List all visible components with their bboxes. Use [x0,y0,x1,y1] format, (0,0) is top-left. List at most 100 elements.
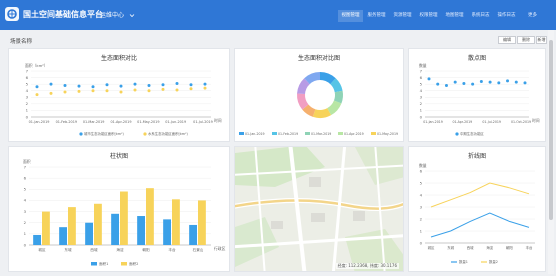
x-tick-label: 海淀 [116,247,124,252]
bar [120,191,128,245]
edit-button[interactable]: 编辑 [498,36,516,44]
y-tick-label: 1 [420,108,423,113]
chevron-down-icon [129,14,135,18]
x-tick-label: 东城 [447,245,454,250]
scatter-chart: 01 23 4 56 7数量时间 01-Jan-2019 01-Apr-2019 01-Jul… [419,63,540,136]
y-tick-label: 5 [24,187,27,192]
y-tick-label: 7 [26,68,29,73]
data-point [133,88,137,92]
bar [189,224,197,245]
legend-marker [305,132,310,135]
legend-label: 数量2 [489,259,498,264]
data-point [189,87,193,91]
y-tick-label: 4 [420,88,423,93]
nav-tab[interactable]: 操作日志 [494,10,519,22]
y-tick-label: 4 [420,192,423,197]
bar [137,216,145,245]
map-building [309,177,321,187]
legend-marker [455,132,459,136]
y-tick-label: 2 [26,101,29,106]
y-tick-label: 0 [420,240,423,245]
data-point [514,80,518,84]
x-tick-label: 01-Jul-2019 [193,120,213,124]
legend-label: 面积2 [129,261,138,266]
scene-toolbar: 场景名称 编辑 删除 新增 [0,30,556,48]
y-tick-label: 7 [420,68,423,73]
bar [163,219,171,245]
legend-marker [239,132,244,135]
y-tick-label: 6 [420,75,423,80]
nav-tab[interactable]: 视图管理 [338,10,363,22]
legend-marker [338,132,343,135]
legend-marker [272,132,277,135]
y-axis-label: 面积（km²） [25,63,48,68]
scrollbar-thumb[interactable] [549,40,553,220]
x-tick-label: 西城 [467,245,474,250]
legend-label: 01-Feb-2019 [278,132,298,136]
map-canvas[interactable] [235,147,404,272]
map-panel[interactable]: 经度: 112.2368, 纬度: 30.1176 [234,146,404,272]
area-donut-chart: 01-Jan-2019 01-Feb-2019 01-Mar-2019 01-Apr-… [239,72,398,136]
mode-label: 运维中心 [100,12,125,19]
map-building [311,213,325,222]
y-tick-label: 6 [24,175,27,180]
bar [94,203,102,245]
nav-tab[interactable]: 系统日志 [468,10,493,22]
x-tick-label: 01-Jan-2019 [423,120,443,124]
top-navbar: 国土空间基础信息平台 运维中心 视图管理 服务管理 资源管理 权限管理 地图管理 系统日志… [0,0,556,30]
donut-slice [330,78,343,93]
legend-label: 01-May-2019 [377,132,398,136]
bar-chart: 01234567面积行政区城区 东城 西城 海淀 朝阳 丰台 石景山面积1 面积2 [23,159,226,266]
data-point [471,82,475,86]
series-line [430,212,530,238]
map-building [353,211,365,221]
nav-tab[interactable]: 权限管理 [416,10,441,22]
legend-marker [121,262,127,266]
donut-slice [297,93,309,110]
data-point [91,89,95,93]
data-point [203,86,207,90]
nav-tab[interactable]: 更多 [520,10,545,22]
x-tick-label: 丰台 [526,245,533,250]
line-chart: 0 1 2 3 4 5 6数量城区 东城 西城 海淀 朝阳 丰台数量1 数量2 [419,163,535,264]
data-point [77,84,81,88]
x-tick-label: 海淀 [486,245,493,250]
legend-label: 水系生态功能区面积(km²) [148,131,188,136]
data-point [523,81,527,85]
legend-label: 01-Mar-2019 [311,132,331,136]
area-comparison-title: 生态面积对比 [100,55,137,62]
bar-title: 柱状图 [109,153,128,160]
data-point [105,89,109,93]
data-point [49,91,53,95]
y-tick-label: 0 [26,114,29,119]
bar [172,199,180,245]
y-tick-label: 4 [26,88,29,93]
data-point [147,83,151,87]
nav-tab[interactable]: 服务管理 [364,10,389,22]
data-point [175,88,179,92]
nav-tab[interactable]: 资源管理 [390,10,415,22]
y-tick-label: 4 [24,198,27,203]
delete-button[interactable]: 删除 [517,36,535,44]
x-tick-label: 01-Jan-2019 [29,120,50,124]
data-point [479,80,483,84]
y-tick-label: 3 [24,209,27,214]
nav-tab[interactable]: 地图管理 [442,10,467,22]
y-tick-label: 1 [24,231,27,236]
bar [146,188,154,245]
map-coordinates: 经度: 112.2368, 纬度: 30.1176 [335,263,399,269]
x-tick-label: 石景山 [193,247,204,252]
data-point [91,85,95,89]
donut-slice [312,108,332,118]
bar [198,200,206,245]
x-tick-label: 西城 [90,247,98,252]
page-scrollbar[interactable] [548,30,554,274]
data-point [161,87,165,91]
mode-dropdown[interactable]: 运维中心 [100,10,135,19]
add-button[interactable]: 新增 [536,36,547,44]
donut-slice [319,72,336,85]
y-tick-label: 3 [420,95,423,100]
area-comparison-chart: 01 23 4 56 7面积（km²） 时间 01-Jan-2019 01-Feb-2019 0… [25,63,222,136]
y-tick-label: 2 [24,220,27,225]
x-tick-label: 01-Jun-2019 [165,120,186,124]
